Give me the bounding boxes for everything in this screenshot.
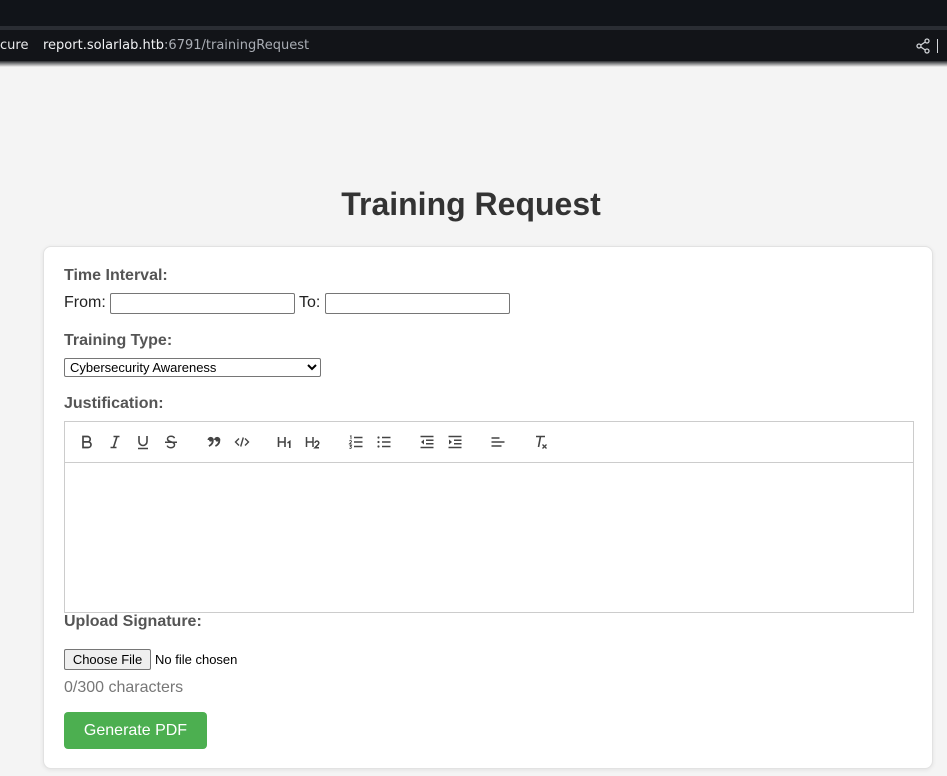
upload-signature-label: Upload Signature: (64, 613, 202, 630)
bullet-list-icon[interactable] (373, 432, 395, 452)
outdent-icon[interactable] (416, 432, 438, 452)
strike-icon[interactable] (160, 432, 182, 452)
to-date-input[interactable] (325, 293, 510, 314)
code-block-icon[interactable] (231, 432, 253, 452)
address-host: report.solarlab.htb (43, 38, 165, 53)
page-title: Training Request (341, 186, 601, 222)
address-url[interactable]: report.solarlab.htb:6791/trainingRequest (43, 38, 309, 53)
training-type-select[interactable]: Cybersecurity Awareness (64, 358, 321, 377)
choose-file-button[interactable]: Choose File (64, 649, 151, 670)
address-path: :6791/trainingRequest (164, 38, 310, 53)
blockquote-icon[interactable] (203, 432, 225, 452)
browser-tab-strip (0, 0, 947, 26)
from-date-input[interactable] (110, 293, 295, 314)
clear-format-icon[interactable] (530, 432, 552, 452)
address-bar[interactable]: cure report.solarlab.htb:6791/trainingRe… (0, 30, 947, 61)
file-status-text: No file chosen (155, 652, 238, 667)
indent-icon[interactable] (444, 432, 466, 452)
underline-icon[interactable] (132, 432, 154, 452)
align-icon[interactable] (487, 432, 509, 452)
time-interval-label: Time Interval: (64, 267, 168, 284)
editor-toolbar (65, 422, 913, 463)
chrome-shadow (0, 61, 947, 67)
justification-text-area[interactable] (65, 463, 913, 612)
bold-icon[interactable] (76, 432, 98, 452)
address-security-label: cure (0, 38, 29, 53)
header-2-icon[interactable] (302, 432, 324, 452)
italic-icon[interactable] (104, 432, 126, 452)
training-request-form: Time Interval: From: To: Training Type: … (43, 246, 933, 769)
training-type-label: Training Type: (64, 332, 173, 349)
character-count: 0/300 characters (64, 679, 184, 696)
justification-label: Justification: (64, 395, 164, 412)
from-label: From: (64, 294, 106, 311)
header-1-icon[interactable] (274, 432, 296, 452)
ordered-list-icon[interactable] (345, 432, 367, 452)
generate-pdf-button[interactable]: Generate PDF (64, 712, 207, 749)
share-icon[interactable] (914, 37, 932, 55)
to-label: To: (299, 294, 321, 311)
address-bar-divider (937, 39, 938, 53)
justification-editor (64, 421, 914, 613)
